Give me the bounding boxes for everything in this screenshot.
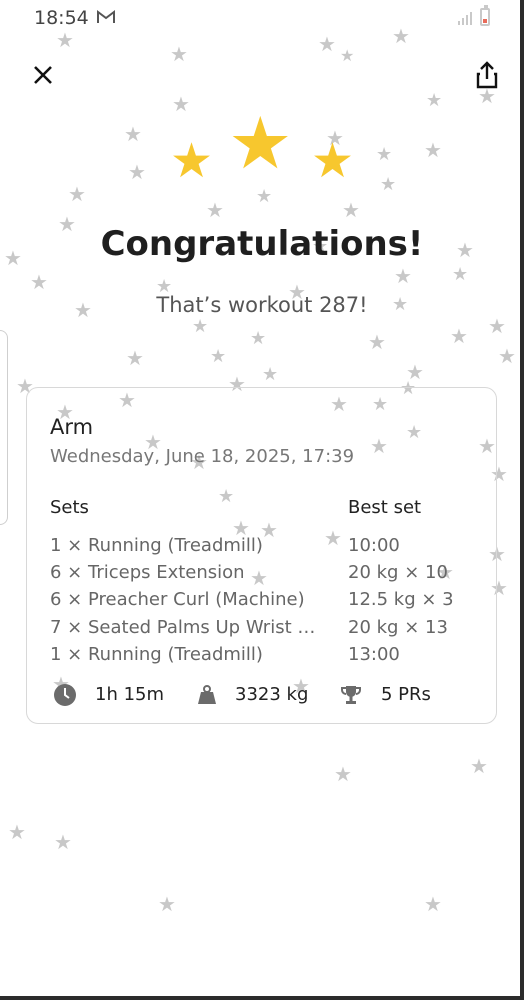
status-time: 18:54	[34, 7, 89, 29]
share-button[interactable]	[474, 60, 500, 90]
workout-stats: 1h 15m 3323 kg 5 PRs	[27, 680, 498, 712]
confetti-star-icon: ★	[206, 198, 224, 222]
set-row: 1 × Running (Treadmill) 10:00	[50, 535, 480, 561]
gold-star-center-icon: ★	[228, 101, 293, 185]
confetti-star-icon: ★	[126, 346, 144, 370]
set-row: 6 × Preacher Curl (Machine) 12.5 kg × 3	[50, 589, 480, 615]
set-exercise: 1 × Running (Treadmill)	[50, 644, 263, 665]
confetti-star-icon: ★	[342, 198, 360, 222]
confetti-star-icon: ★	[318, 32, 336, 56]
confetti-star-icon: ★	[376, 144, 393, 165]
set-exercise: 6 × Triceps Extension	[50, 562, 245, 583]
screen-frame: 18:54 ★ ★ ★ ★ ★ ★ ★ ★ ★ ★ ★ ★ ★ ★ ★ ★ ★ ★ ★ ★ ★ ★ ★ ★ ★ ★ ★ ★ ★ ★ ★ ★ ★ ★…	[0, 0, 524, 1000]
share-icon	[476, 61, 498, 89]
confetti-star-icon: ★	[128, 160, 146, 184]
confetti-star-icon: ★	[340, 46, 355, 65]
workout-volume: 3323 kg	[235, 684, 309, 705]
side-edge-handle	[0, 330, 8, 525]
confetti-star-icon: ★	[498, 344, 516, 368]
status-bar: 18:54	[0, 0, 520, 36]
confetti-star-icon: ★	[192, 316, 209, 337]
confetti-star-icon: ★	[210, 346, 227, 367]
confetti-star-icon: ★	[172, 92, 190, 116]
gold-star-left-icon: ★	[170, 133, 214, 189]
gmail-icon	[97, 10, 115, 23]
gold-star-right-icon: ★	[311, 133, 355, 189]
close-icon	[34, 66, 52, 84]
confetti-star-icon: ★	[170, 42, 188, 66]
sets-column-header: Sets	[50, 497, 89, 518]
confetti-star-icon: ★	[250, 328, 267, 349]
confetti-star-icon: ★	[30, 270, 48, 294]
confetti-star-icon: ★	[470, 754, 488, 778]
confetti-star-icon: ★	[124, 122, 142, 146]
best-set-column-header: Best set	[348, 497, 422, 518]
battery-icon	[480, 5, 490, 26]
set-exercise: 7 × Seated Palms Up Wrist Curl	[50, 617, 320, 638]
set-best: 12.5 kg × 3	[348, 589, 454, 610]
set-best: 10:00	[348, 535, 400, 556]
signal-icon	[458, 12, 472, 25]
confetti-star-icon: ★	[450, 324, 468, 348]
confetti-star-icon: ★	[424, 138, 442, 162]
workout-duration: 1h 15m	[95, 684, 165, 705]
confetti-star-icon: ★	[54, 830, 72, 854]
set-row: 7 × Seated Palms Up Wrist Curl 20 kg × 1…	[50, 617, 480, 643]
confetti-star-icon: ★	[334, 762, 352, 786]
set-exercise: 6 × Preacher Curl (Machine)	[50, 589, 305, 610]
set-row: 6 × Triceps Extension 20 kg × 10	[50, 562, 480, 588]
workout-summary-card: Arm Wednesday, June 18, 2025, 17:39 Sets…	[26, 387, 497, 724]
set-row: 1 × Running (Treadmill) 13:00	[50, 644, 480, 670]
clock-icon	[54, 684, 76, 706]
set-exercise: 1 × Running (Treadmill)	[50, 535, 263, 556]
confetti-star-icon: ★	[68, 182, 86, 206]
confetti-star-icon: ★	[262, 364, 279, 385]
workout-count-subtitle: That’s workout 287!	[156, 293, 368, 317]
set-best: 13:00	[348, 644, 400, 665]
trophy-icon	[341, 686, 361, 704]
confetti-star-icon: ★	[158, 892, 176, 916]
confetti-star-icon: ★	[452, 264, 469, 285]
congrats-title: Congratulations!	[100, 224, 424, 264]
confetti-star-icon: ★	[368, 330, 386, 354]
set-best: 20 kg × 13	[348, 617, 448, 638]
confetti-star-icon: ★	[394, 264, 412, 288]
confetti-star-icon: ★	[256, 186, 273, 207]
workout-name: Arm	[50, 415, 94, 439]
confetti-star-icon: ★	[406, 360, 424, 384]
workout-date: Wednesday, June 18, 2025, 17:39	[50, 446, 355, 467]
weight-icon	[198, 685, 216, 704]
confetti-star-icon: ★	[488, 314, 506, 338]
set-best: 20 kg × 10	[348, 562, 448, 583]
confetti-star-icon: ★	[424, 892, 442, 916]
workout-prs: 5 PRs	[381, 684, 431, 705]
confetti-star-icon: ★	[380, 174, 397, 195]
confetti-star-icon: ★	[426, 90, 443, 111]
confetti-star-icon: ★	[8, 820, 26, 844]
close-button[interactable]	[30, 62, 56, 88]
